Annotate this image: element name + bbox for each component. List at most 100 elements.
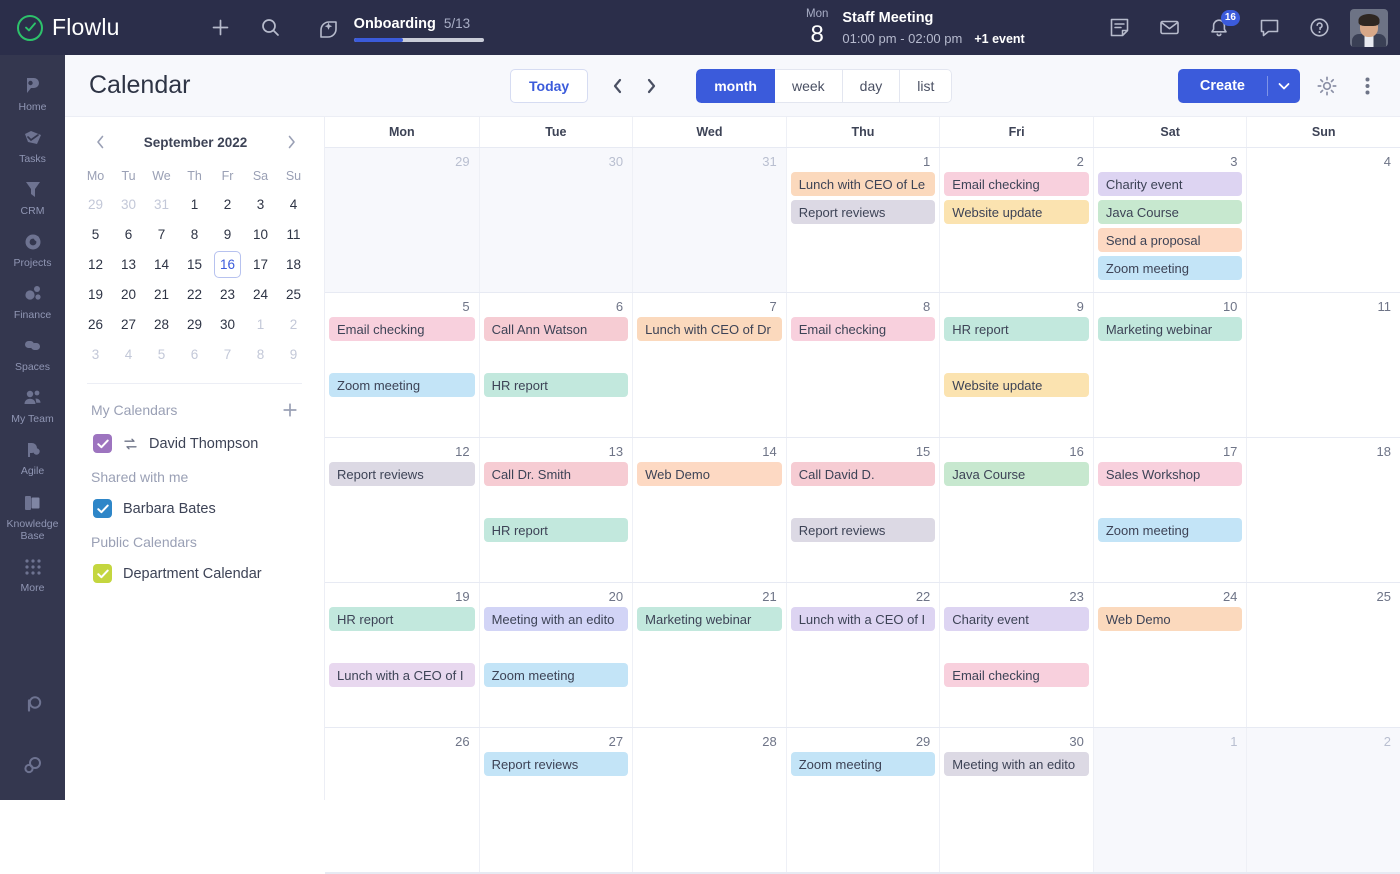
mail-icon[interactable] [1150,9,1188,47]
calendar-event[interactable]: Zoom meeting [1098,256,1243,280]
calendar-day-cell[interactable]: 8Email checking [786,293,940,437]
calendar-event[interactable]: Sales Workshop [1098,462,1243,486]
calendar-event[interactable]: Lunch with CEO of Dr [637,317,782,341]
calendar-day-cell[interactable]: 28 [632,728,786,872]
mini-calendar-day[interactable]: 20 [112,279,145,309]
calendar-event[interactable]: Java Course [944,462,1089,486]
mini-calendar-day[interactable]: 3 [244,189,277,219]
calendar-day-cell[interactable]: 4 [1246,148,1400,292]
mini-calendar-day[interactable]: 6 [178,339,211,369]
previous-month-button[interactable] [606,72,628,100]
calendar-day-cell[interactable]: 3Charity eventJava CourseSend a proposal… [1093,148,1247,292]
calendar-event[interactable]: Zoom meeting [484,663,629,687]
calendar-event[interactable]: HR report [329,607,475,631]
calendar-event[interactable]: Website update [944,200,1089,224]
calendar-list-item[interactable]: Barbara Bates [65,485,324,518]
view-button-day[interactable]: day [843,69,901,103]
mini-calendar-day[interactable]: 4 [112,339,145,369]
rail-item-my-team[interactable]: My Team [0,379,65,431]
today-button[interactable]: Today [510,69,588,103]
calendar-day-cell[interactable]: 17Sales WorkshopZoom meeting [1093,438,1247,582]
calendar-day-cell[interactable]: 30 [479,148,633,292]
calendar-event[interactable]: Charity event [944,607,1089,631]
mini-calendar-day-selected[interactable]: 16 [211,249,244,279]
calendar-event[interactable]: HR report [944,317,1089,341]
mini-calendar-day[interactable]: 18 [277,249,310,279]
calendar-day-cell[interactable]: 13Call Dr. SmithHR report [479,438,633,582]
mini-calendar-day[interactable]: 9 [277,339,310,369]
rail-item-crm[interactable]: CRM [0,171,65,223]
mini-calendar-day[interactable]: 27 [112,309,145,339]
calendar-day-cell[interactable]: 5Email checkingZoom meeting [325,293,479,437]
rail-item-spaces[interactable]: Spaces [0,327,65,379]
mini-calendar-day[interactable]: 26 [79,309,112,339]
calendar-event[interactable]: Report reviews [791,518,936,542]
calendar-day-cell[interactable]: 12Report reviews [325,438,479,582]
calendar-day-cell[interactable]: 1Lunch with CEO of LeReport reviews [786,148,940,292]
chat-icon[interactable] [1250,9,1288,47]
mini-calendar-day[interactable]: 30 [112,189,145,219]
settings-gear-icon[interactable] [14,746,52,784]
calendar-event[interactable]: Email checking [329,317,475,341]
calendar-day-cell[interactable]: 20Meeting with an editoZoom meeting [479,583,633,727]
rail-item-tasks[interactable]: Tasks [0,119,65,171]
calendar-event[interactable]: Email checking [791,317,936,341]
create-button[interactable]: Create [1178,69,1300,103]
mini-calendar-day[interactable]: 12 [79,249,112,279]
mini-calendar-day[interactable]: 5 [79,219,112,249]
calendar-day-cell[interactable]: 23Charity eventEmail checking [939,583,1093,727]
mini-calendar-day[interactable]: 17 [244,249,277,279]
calendar-event[interactable]: Lunch with CEO of Le [791,172,936,196]
calendar-day-cell[interactable]: 26 [325,728,479,872]
calendar-day-cell[interactable]: 1 [1093,728,1247,872]
mini-calendar-day[interactable]: 29 [79,189,112,219]
mini-calendar-day[interactable]: 7 [145,219,178,249]
calendar-day-cell[interactable]: 14Web Demo [632,438,786,582]
calendar-event[interactable]: Zoom meeting [1098,518,1243,542]
calendar-day-cell[interactable]: 25 [1246,583,1400,727]
calendar-event[interactable]: Java Course [1098,200,1243,224]
mini-calendar-day[interactable]: 24 [244,279,277,309]
mini-calendar-day[interactable]: 2 [277,309,310,339]
notifications-bell-icon[interactable]: 16 [1200,9,1238,47]
mini-calendar-day[interactable]: 8 [178,219,211,249]
rail-item-home[interactable]: Home [0,67,65,119]
mini-calendar-day[interactable]: 4 [277,189,310,219]
mini-calendar-day[interactable]: 31 [145,189,178,219]
support-icon[interactable] [14,686,52,724]
calendar-list-item[interactable]: David Thompson [65,420,324,453]
calendar-day-cell[interactable]: 9HR reportWebsite update [939,293,1093,437]
rail-item-knowledge-base[interactable]: Knowledge Base [0,484,65,548]
calendar-event[interactable]: Send a proposal [1098,228,1243,252]
calendar-event[interactable]: Website update [944,373,1089,397]
mini-calendar-day[interactable]: 9 [211,219,244,249]
avatar[interactable] [1350,9,1388,47]
calendar-event[interactable]: Meeting with an edito [944,752,1089,776]
mini-calendar-day[interactable]: 29 [178,309,211,339]
view-button-month[interactable]: month [696,69,775,103]
calendar-event[interactable]: Zoom meeting [329,373,475,397]
mini-calendar-day[interactable]: 6 [112,219,145,249]
mini-calendar-day[interactable]: 15 [178,249,211,279]
mini-calendar-day[interactable]: 2 [211,189,244,219]
calendar-event[interactable]: Meeting with an edito [484,607,629,631]
calendar-event[interactable]: Email checking [944,663,1089,687]
calendar-day-cell[interactable]: 18 [1246,438,1400,582]
brand-logo[interactable]: Flowlu [17,14,120,41]
calendar-event[interactable]: Web Demo [1098,607,1243,631]
rail-item-finance[interactable]: Finance [0,275,65,327]
mini-calendar-day[interactable]: 7 [211,339,244,369]
kebab-menu-icon[interactable] [1354,73,1380,99]
calendar-event[interactable]: Call David D. [791,462,936,486]
calendar-day-cell[interactable]: 16Java Course [939,438,1093,582]
gear-icon[interactable] [1314,73,1340,99]
calendar-day-cell[interactable]: 2Email checkingWebsite update [939,148,1093,292]
add-calendar-button[interactable] [280,400,300,420]
search-icon[interactable] [252,9,290,47]
calendar-checkbox[interactable] [93,564,112,583]
notes-icon[interactable] [1100,9,1138,47]
view-button-list[interactable]: list [900,69,952,103]
upcoming-meeting[interactable]: Mon 8 Staff Meeting 01:00 pm - 02:00 pm … [806,0,1025,55]
calendar-event[interactable]: Zoom meeting [791,752,936,776]
mini-calendar-day[interactable]: 19 [79,279,112,309]
